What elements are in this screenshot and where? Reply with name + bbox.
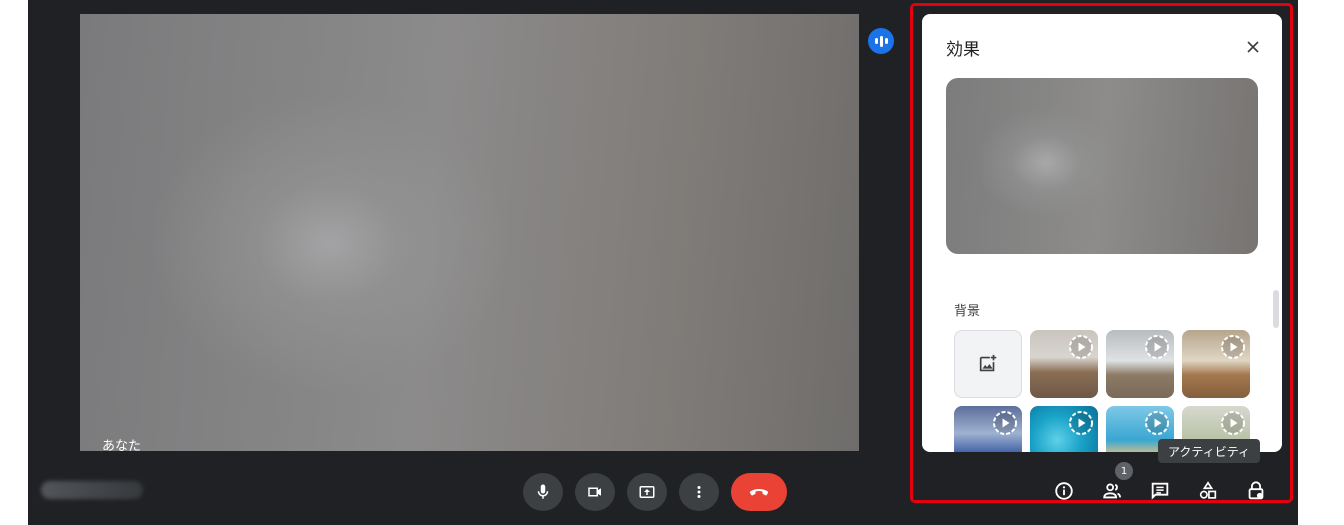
present-icon xyxy=(639,486,655,498)
people-icon xyxy=(1103,483,1121,499)
background-option[interactable] xyxy=(954,406,1022,452)
background-option[interactable] xyxy=(1106,330,1174,398)
participants-count-badge: 1 xyxy=(1115,462,1133,480)
animated-play-icon xyxy=(1145,411,1169,435)
close-icon xyxy=(1247,41,1259,53)
present-button[interactable] xyxy=(627,473,667,511)
panel-scrollbar[interactable] xyxy=(1273,290,1279,328)
mic-button[interactable] xyxy=(523,473,563,511)
effects-panel: 効果 背景 xyxy=(922,14,1282,452)
activities-button[interactable] xyxy=(1196,479,1220,503)
end-call-button[interactable] xyxy=(731,473,787,511)
effects-panel-title: 効果 xyxy=(946,40,980,60)
mic-icon xyxy=(537,484,549,499)
chat-button[interactable] xyxy=(1148,479,1172,503)
effects-preview xyxy=(946,78,1258,254)
meeting-code-blurred xyxy=(41,481,143,499)
more-options-icon xyxy=(697,486,701,498)
animated-play-icon xyxy=(1221,335,1245,359)
animated-play-icon xyxy=(1145,335,1169,359)
add-image-icon xyxy=(979,354,997,372)
background-option[interactable] xyxy=(1182,330,1250,398)
activities-tooltip: アクティビティ xyxy=(1158,439,1260,463)
participant-name-label: あなた xyxy=(102,439,142,454)
animated-play-icon xyxy=(1069,335,1093,359)
close-panel-button[interactable] xyxy=(1240,34,1266,60)
end-call-icon xyxy=(749,489,769,496)
background-section-label: 背景 xyxy=(954,304,981,319)
animated-play-icon xyxy=(993,411,1017,435)
people-button[interactable] xyxy=(1100,479,1124,503)
info-icon xyxy=(1055,482,1073,500)
camera-button[interactable] xyxy=(575,473,615,511)
background-option[interactable] xyxy=(1030,406,1098,452)
animated-play-icon xyxy=(1221,411,1245,435)
background-option[interactable] xyxy=(1030,330,1098,398)
camera-icon xyxy=(588,487,601,497)
activities-icon xyxy=(1199,481,1217,499)
speaking-indicator-icon xyxy=(868,28,894,54)
more-options-button[interactable] xyxy=(679,473,719,511)
self-video-tile: あなた xyxy=(80,14,859,454)
animated-play-icon xyxy=(1069,411,1093,435)
upload-background-button[interactable] xyxy=(954,330,1022,398)
meeting-details-button[interactable] xyxy=(1052,479,1076,503)
host-controls-button[interactable] xyxy=(1244,479,1268,503)
host-controls-icon xyxy=(1248,481,1264,500)
chat-icon xyxy=(1151,482,1169,500)
